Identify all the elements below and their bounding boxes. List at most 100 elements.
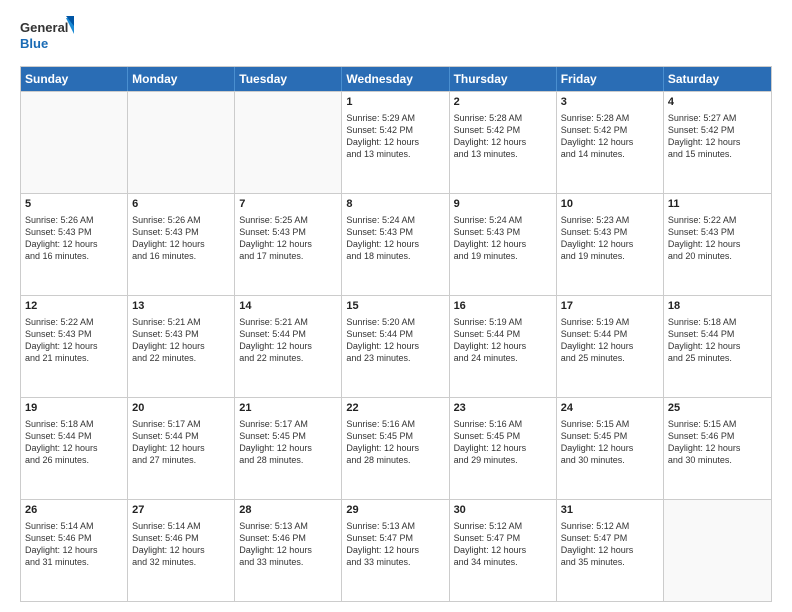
table-row: 12 Sunrise: 5:22 AMSunset: 5:43 PMDayligh… xyxy=(21,296,128,397)
table-row: 17 Sunrise: 5:19 AMSunset: 5:44 PMDayligh… xyxy=(557,296,664,397)
day-header-sunday: Sunday xyxy=(21,67,128,91)
table-row: 29Sunrise: 5:13 AMSunset: 5:47 PMDayligh… xyxy=(342,500,449,601)
day-number: 8 xyxy=(346,197,444,212)
day-info: Sunrise: 5:13 AMSunset: 5:46 PMDaylight:… xyxy=(239,520,337,569)
table-row: 5 Sunrise: 5:26 AMSunset: 5:43 PMDaylight… xyxy=(21,194,128,295)
day-header-wednesday: Wednesday xyxy=(342,67,449,91)
day-info: Sunrise: 5:22 AMSunset: 5:43 PMDaylight:… xyxy=(25,316,123,365)
table-row: 26 Sunrise: 5:14 AMSunset: 5:46 PMDayligh… xyxy=(21,500,128,601)
day-number: 3 xyxy=(561,95,659,110)
day-number: 9 xyxy=(454,197,552,212)
table-row: 22 Sunrise: 5:16 AMSunset: 5:45 PMDayligh… xyxy=(342,398,449,499)
table-row: 28 Sunrise: 5:13 AMSunset: 5:46 PMDayligh… xyxy=(235,500,342,601)
table-row: 6 Sunrise: 5:26 AMSunset: 5:43 PMDaylight… xyxy=(128,194,235,295)
table-row: 8 Sunrise: 5:24 AMSunset: 5:43 PMDaylight… xyxy=(342,194,449,295)
day-number: 17 xyxy=(561,299,659,314)
table-row xyxy=(21,92,128,193)
day-info: Sunrise: 5:14 AMSunset: 5:46 PMDaylight:… xyxy=(25,520,123,569)
week-row-4: 19Sunrise: 5:18 AMSunset: 5:44 PMDayligh… xyxy=(21,397,771,499)
day-header-friday: Friday xyxy=(557,67,664,91)
day-info: Sunrise: 5:15 AMSunset: 5:45 PMDaylight:… xyxy=(561,418,659,467)
day-number: 15 xyxy=(346,299,444,314)
day-number: 12 xyxy=(25,299,123,314)
day-number: 21 xyxy=(239,401,337,416)
day-number: 2 xyxy=(454,95,552,110)
table-row: 25 Sunrise: 5:15 AMSunset: 5:46 PMDayligh… xyxy=(664,398,771,499)
logo-svg: General Blue xyxy=(20,16,75,56)
page: General Blue SundayMondayTuesdayWednesda… xyxy=(0,0,792,612)
day-info: Sunrise: 5:26 AMSunset: 5:43 PMDaylight:… xyxy=(132,214,230,263)
day-info: Sunrise: 5:23 AMSunset: 5:43 PMDaylight:… xyxy=(561,214,659,263)
day-info: Sunrise: 5:21 AMSunset: 5:43 PMDaylight:… xyxy=(132,316,230,365)
day-number: 24 xyxy=(561,401,659,416)
table-row: 13Sunrise: 5:21 AMSunset: 5:43 PMDayligh… xyxy=(128,296,235,397)
day-info: Sunrise: 5:21 AMSunset: 5:44 PMDaylight:… xyxy=(239,316,337,365)
day-number: 20 xyxy=(132,401,230,416)
day-info: Sunrise: 5:27 AMSunset: 5:42 PMDaylight:… xyxy=(668,112,767,161)
table-row: 11 Sunrise: 5:22 AMSunset: 5:43 PMDayligh… xyxy=(664,194,771,295)
table-row: 24 Sunrise: 5:15 AMSunset: 5:45 PMDayligh… xyxy=(557,398,664,499)
table-row: 18 Sunrise: 5:18 AMSunset: 5:44 PMDayligh… xyxy=(664,296,771,397)
day-number: 6 xyxy=(132,197,230,212)
table-row: 20 Sunrise: 5:17 AMSunset: 5:44 PMDayligh… xyxy=(128,398,235,499)
day-info: Sunrise: 5:19 AMSunset: 5:44 PMDaylight:… xyxy=(454,316,552,365)
day-number: 4 xyxy=(668,95,767,110)
week-row-2: 5 Sunrise: 5:26 AMSunset: 5:43 PMDaylight… xyxy=(21,193,771,295)
day-number: 14 xyxy=(239,299,337,314)
logo: General Blue xyxy=(20,16,75,56)
day-number: 30 xyxy=(454,503,552,518)
day-info: Sunrise: 5:12 AMSunset: 5:47 PMDaylight:… xyxy=(454,520,552,569)
table-row: 14 Sunrise: 5:21 AMSunset: 5:44 PMDayligh… xyxy=(235,296,342,397)
day-info: Sunrise: 5:16 AMSunset: 5:45 PMDaylight:… xyxy=(346,418,444,467)
day-number: 16 xyxy=(454,299,552,314)
day-number: 19 xyxy=(25,401,123,416)
header: General Blue xyxy=(20,16,772,56)
week-row-5: 26 Sunrise: 5:14 AMSunset: 5:46 PMDayligh… xyxy=(21,499,771,601)
table-row: 4 Sunrise: 5:27 AMSunset: 5:42 PMDaylight… xyxy=(664,92,771,193)
svg-text:Blue: Blue xyxy=(20,36,48,51)
day-info: Sunrise: 5:16 AMSunset: 5:45 PMDaylight:… xyxy=(454,418,552,467)
day-number: 25 xyxy=(668,401,767,416)
day-header-saturday: Saturday xyxy=(664,67,771,91)
day-info: Sunrise: 5:14 AMSunset: 5:46 PMDaylight:… xyxy=(132,520,230,569)
day-info: Sunrise: 5:20 AMSunset: 5:44 PMDaylight:… xyxy=(346,316,444,365)
svg-text:General: General xyxy=(20,20,68,35)
table-row: 2 Sunrise: 5:28 AMSunset: 5:42 PMDaylight… xyxy=(450,92,557,193)
day-info: Sunrise: 5:24 AMSunset: 5:43 PMDaylight:… xyxy=(346,214,444,263)
day-header-thursday: Thursday xyxy=(450,67,557,91)
day-info: Sunrise: 5:25 AMSunset: 5:43 PMDaylight:… xyxy=(239,214,337,263)
day-number: 1 xyxy=(346,95,444,110)
day-number: 22 xyxy=(346,401,444,416)
day-number: 5 xyxy=(25,197,123,212)
day-info: Sunrise: 5:18 AMSunset: 5:44 PMDaylight:… xyxy=(668,316,767,365)
day-number: 31 xyxy=(561,503,659,518)
day-number: 29 xyxy=(346,503,444,518)
calendar: SundayMondayTuesdayWednesdayThursdayFrid… xyxy=(20,66,772,602)
day-number: 23 xyxy=(454,401,552,416)
calendar-header: SundayMondayTuesdayWednesdayThursdayFrid… xyxy=(21,67,771,91)
day-info: Sunrise: 5:28 AMSunset: 5:42 PMDaylight:… xyxy=(561,112,659,161)
day-info: Sunrise: 5:12 AMSunset: 5:47 PMDaylight:… xyxy=(561,520,659,569)
day-number: 10 xyxy=(561,197,659,212)
day-info: Sunrise: 5:19 AMSunset: 5:44 PMDaylight:… xyxy=(561,316,659,365)
day-number: 11 xyxy=(668,197,767,212)
table-row: 3 Sunrise: 5:28 AMSunset: 5:42 PMDaylight… xyxy=(557,92,664,193)
table-row: 16 Sunrise: 5:19 AMSunset: 5:44 PMDayligh… xyxy=(450,296,557,397)
day-info: Sunrise: 5:29 AMSunset: 5:42 PMDaylight:… xyxy=(346,112,444,161)
day-info: Sunrise: 5:15 AMSunset: 5:46 PMDaylight:… xyxy=(668,418,767,467)
day-number: 18 xyxy=(668,299,767,314)
table-row xyxy=(235,92,342,193)
day-number: 7 xyxy=(239,197,337,212)
table-row: 21Sunrise: 5:17 AMSunset: 5:45 PMDayligh… xyxy=(235,398,342,499)
day-number: 26 xyxy=(25,503,123,518)
table-row: 7 Sunrise: 5:25 AMSunset: 5:43 PMDaylight… xyxy=(235,194,342,295)
table-row: 23 Sunrise: 5:16 AMSunset: 5:45 PMDayligh… xyxy=(450,398,557,499)
day-info: Sunrise: 5:28 AMSunset: 5:42 PMDaylight:… xyxy=(454,112,552,161)
table-row: 30 Sunrise: 5:12 AMSunset: 5:47 PMDayligh… xyxy=(450,500,557,601)
day-info: Sunrise: 5:17 AMSunset: 5:44 PMDaylight:… xyxy=(132,418,230,467)
week-row-3: 12 Sunrise: 5:22 AMSunset: 5:43 PMDayligh… xyxy=(21,295,771,397)
day-number: 28 xyxy=(239,503,337,518)
day-info: Sunrise: 5:22 AMSunset: 5:43 PMDaylight:… xyxy=(668,214,767,263)
day-header-tuesday: Tuesday xyxy=(235,67,342,91)
day-info: Sunrise: 5:26 AMSunset: 5:43 PMDaylight:… xyxy=(25,214,123,263)
